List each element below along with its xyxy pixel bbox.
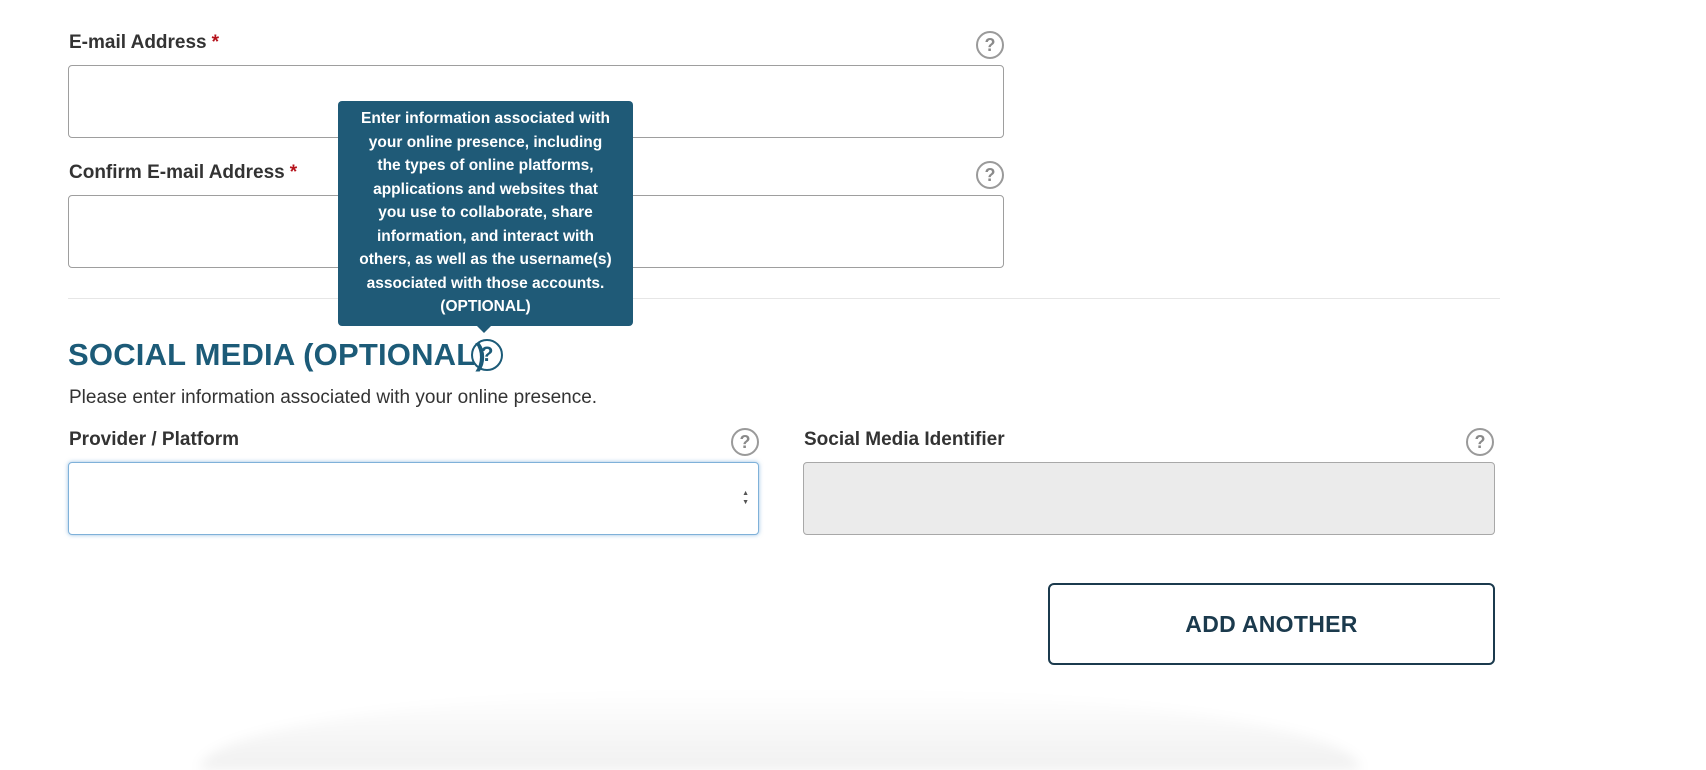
tooltip-line: others, as well as the username(s) (359, 251, 612, 268)
confirm-email-label-text: Confirm E-mail Address (69, 162, 285, 183)
email-label-text: E-mail Address (69, 32, 207, 53)
social-media-description: Please enter information associated with… (69, 387, 598, 408)
question-glyph: ? (739, 431, 751, 452)
tooltip-text: Enter information associated with your on… (348, 107, 623, 319)
tooltip-line: you use to collaborate, share (378, 204, 593, 221)
provider-label: Provider / Platform (69, 429, 239, 450)
identifier-label: Social Media Identifier (804, 429, 1005, 450)
social-media-tooltip: Enter information associated with your on… (338, 101, 633, 326)
tooltip-line: the types of online platforms, (377, 157, 594, 174)
tooltip-line: associated with those accounts. (366, 274, 605, 292)
social-media-help-icon[interactable]: ? (471, 339, 503, 371)
provider-select[interactable]: ▲ ▼ (68, 462, 759, 535)
tooltip-line: Enter information associated with (361, 110, 610, 127)
section-divider (68, 298, 1500, 299)
question-glyph: ? (1474, 431, 1486, 452)
select-arrows-icon: ▲ ▼ (742, 489, 749, 507)
add-another-button[interactable]: ADD ANOTHER (1048, 583, 1495, 665)
tooltip-line: your online presence, including (368, 133, 603, 151)
identifier-help-icon[interactable]: ? (1466, 428, 1494, 456)
question-glyph: ? (480, 343, 494, 366)
select-up-glyph: ▲ (742, 490, 749, 497)
tooltip-arrow (476, 325, 492, 333)
email-help-icon[interactable]: ? (976, 31, 1004, 59)
email-label: E-mail Address * (69, 32, 219, 54)
page-bottom-shadow (200, 690, 1360, 770)
identifier-input[interactable] (803, 462, 1495, 535)
social-media-title: SOCIAL MEDIA (OPTIONAL) (68, 337, 486, 372)
required-asterisk: * (211, 32, 220, 53)
tooltip-line: applications and websites that (373, 180, 598, 198)
provider-help-icon[interactable]: ? (731, 428, 759, 456)
tooltip-line: (OPTIONAL) (440, 298, 531, 315)
tooltip-line: information, and interact with (376, 227, 594, 245)
required-asterisk: * (289, 162, 298, 183)
question-glyph: ? (984, 34, 996, 55)
confirm-email-help-icon[interactable]: ? (976, 161, 1004, 189)
confirm-email-label: Confirm E-mail Address * (69, 162, 297, 184)
question-glyph: ? (984, 164, 996, 185)
select-down-glyph: ▼ (742, 499, 749, 506)
